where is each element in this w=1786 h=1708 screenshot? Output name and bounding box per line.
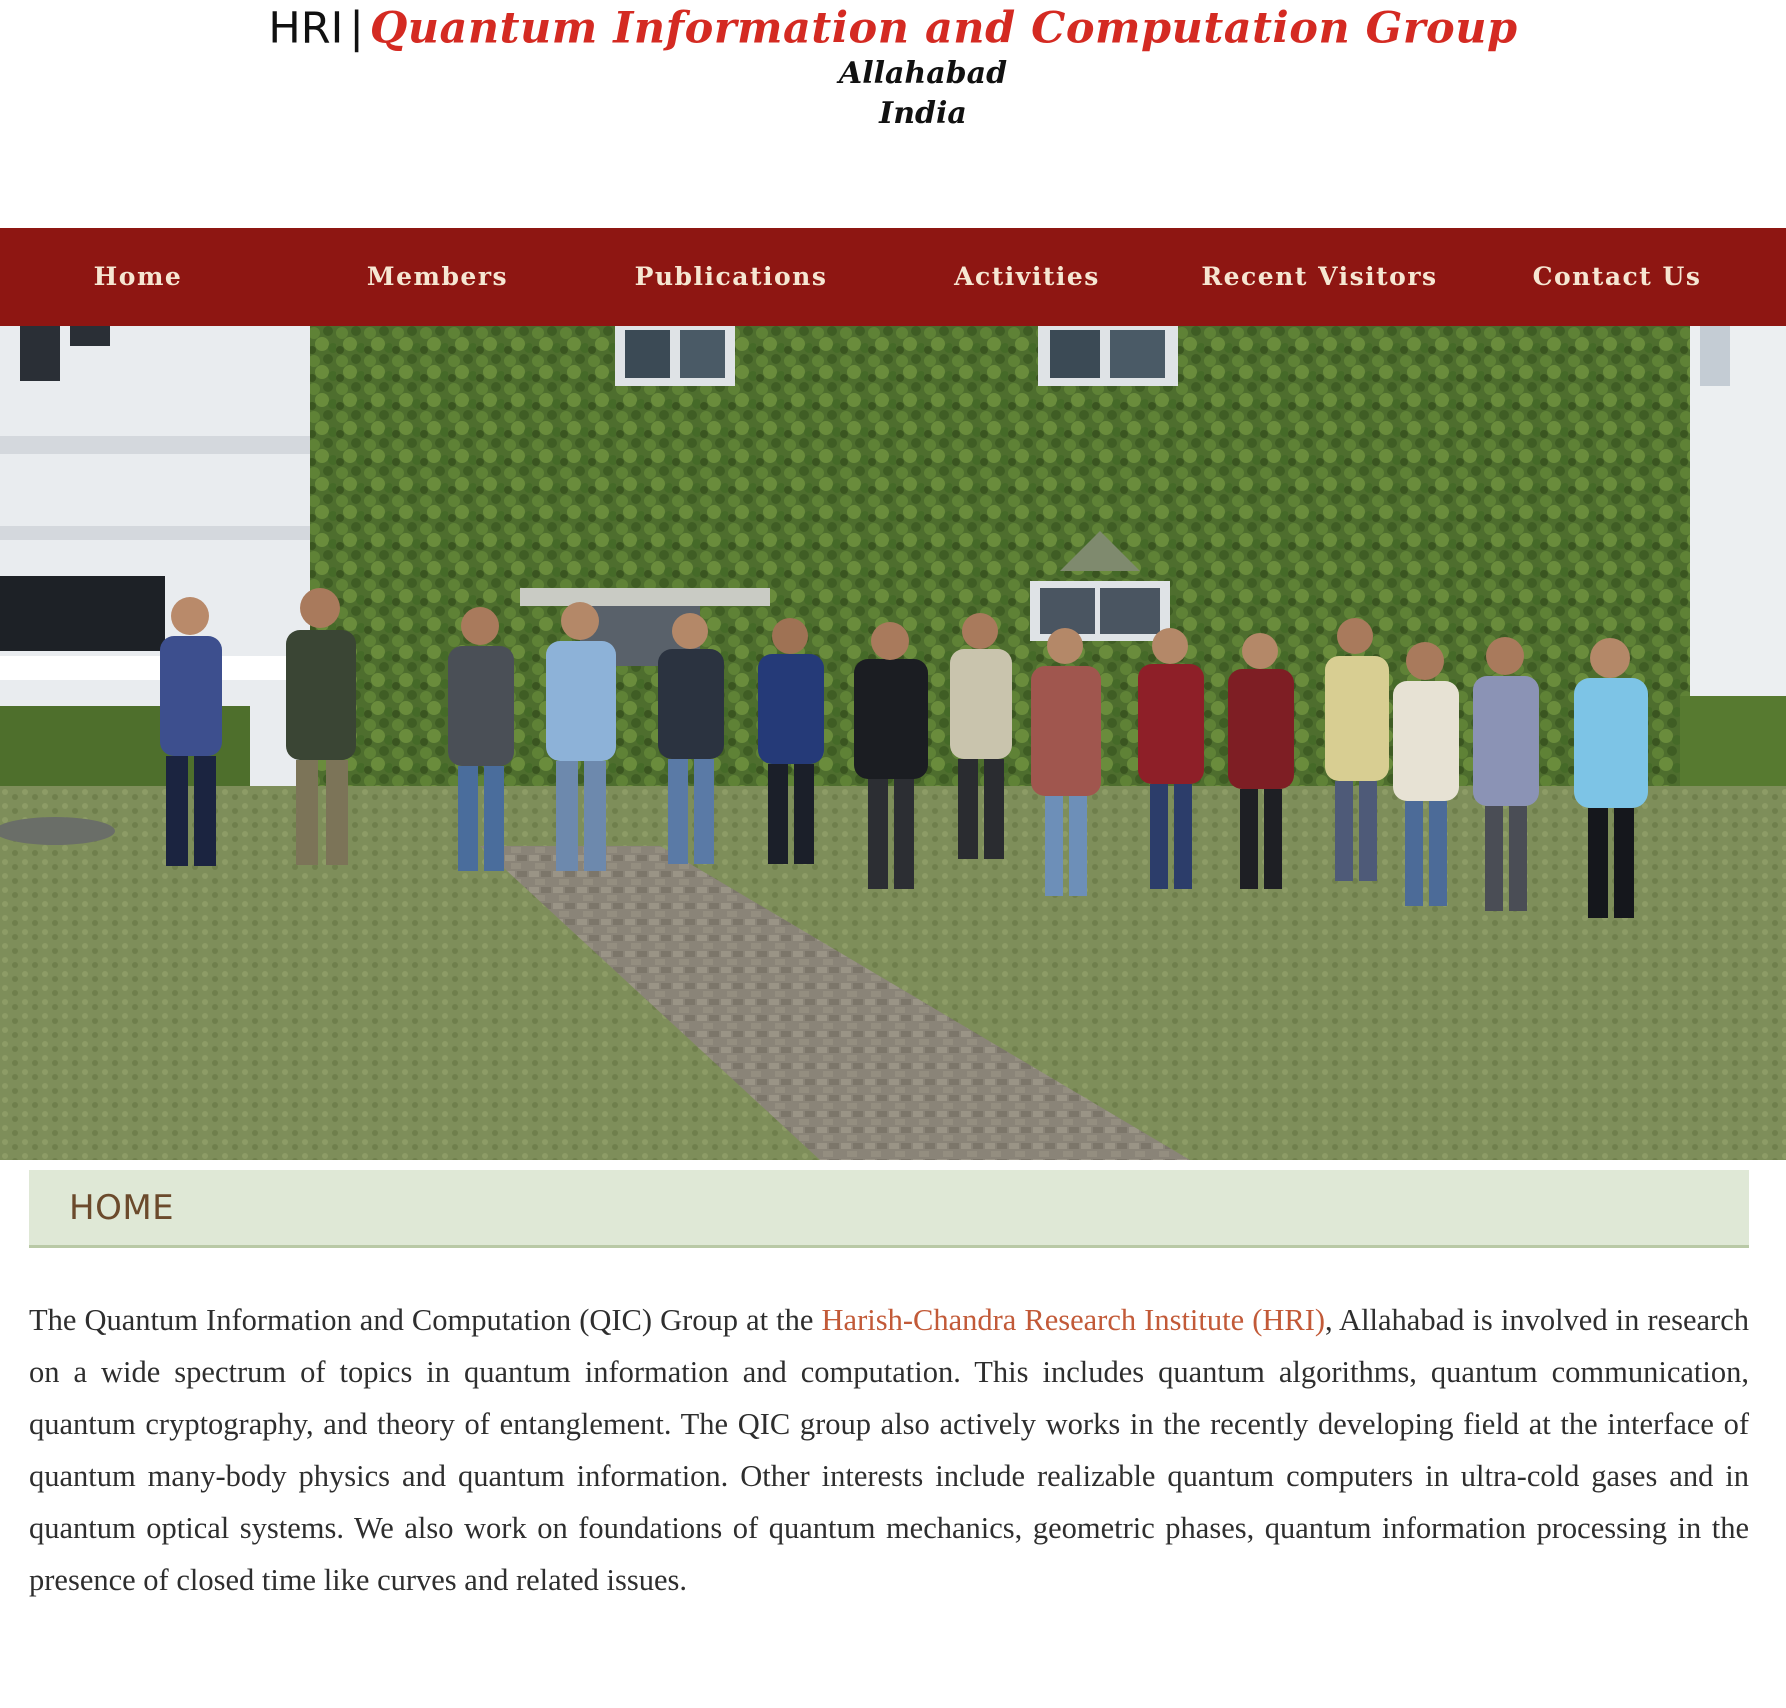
page-title: HOME: [69, 1188, 175, 1228]
intro-text-before-link: The Quantum Information and Computation …: [29, 1303, 822, 1337]
nav-recent-visitors[interactable]: Recent Visitors: [1191, 228, 1448, 326]
nav-members[interactable]: Members: [276, 228, 599, 326]
title-prefix: HRI: [268, 3, 344, 54]
group-photo: [0, 326, 1786, 1160]
subtitle-city: Allahabad: [838, 56, 1008, 91]
title-separator: |: [349, 3, 364, 54]
intro-text-after-link: , Allahabad is involved in research on a…: [29, 1303, 1749, 1597]
site-title: HRI | Quantum Information and Computation …: [0, 0, 1786, 56]
subtitle-country: India: [879, 96, 967, 131]
main-nav: Home Members Publications Activities Rec…: [0, 228, 1786, 326]
nav-home[interactable]: Home: [0, 228, 276, 326]
intro-paragraph: The Quantum Information and Computation …: [29, 1294, 1749, 1606]
section-heading: HOME: [29, 1170, 1749, 1248]
nav-publications[interactable]: Publications: [599, 228, 863, 326]
nav-contact-us[interactable]: Contact Us: [1448, 228, 1786, 326]
title-group-name: Quantum Information and Computation Grou…: [369, 3, 1518, 54]
site-header: HRI | Quantum Information and Computation …: [0, 0, 1786, 228]
nav-activities[interactable]: Activities: [863, 228, 1191, 326]
hri-link[interactable]: Harish-Chandra Research Institute (HRI): [822, 1303, 1326, 1337]
